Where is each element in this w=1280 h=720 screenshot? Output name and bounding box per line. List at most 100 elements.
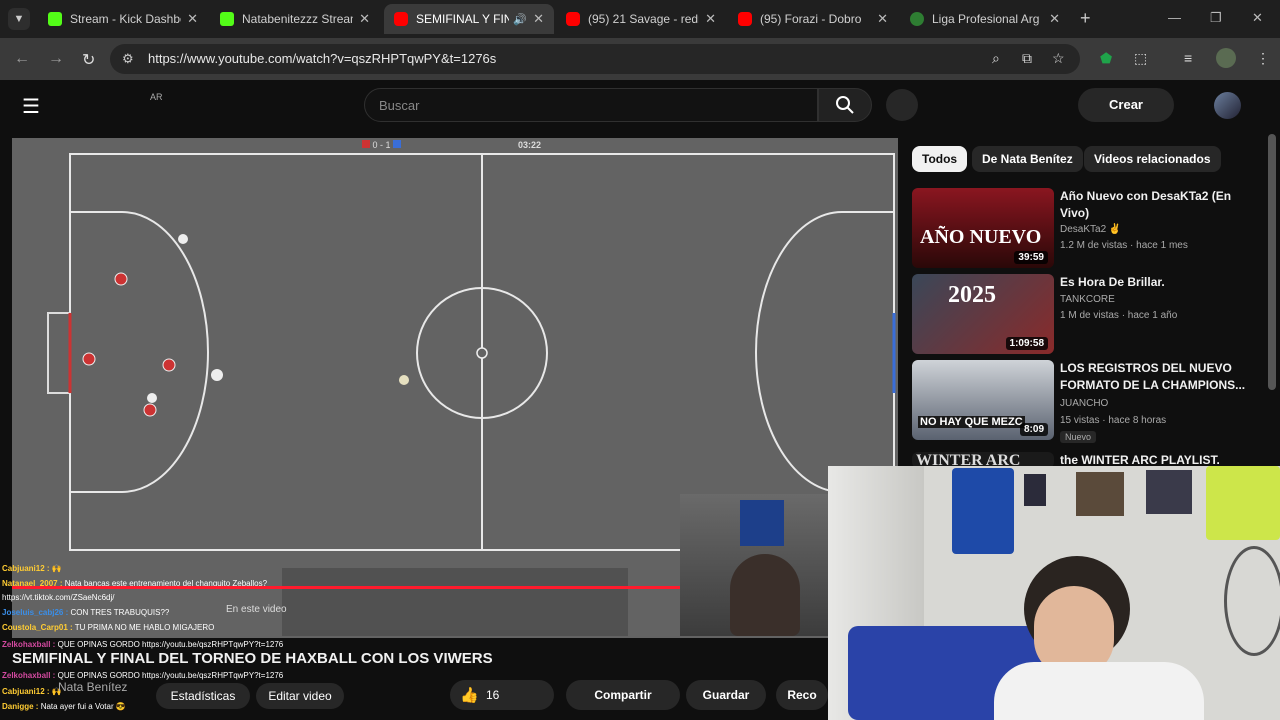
rec-title: Es Hora De Brillar. <box>1060 275 1165 289</box>
kick-icon <box>220 12 234 26</box>
tab-kick-stream[interactable]: Natabenitezzz Stream ✕ <box>210 4 380 34</box>
lpf-icon <box>910 12 924 26</box>
chip-de-nata-benitez[interactable]: De Nata Benítez <box>972 146 1083 172</box>
menu-dots-icon[interactable]: ⋮ <box>1256 50 1270 67</box>
chat-message: Cabjuani12 : 🙌 <box>2 564 62 573</box>
close-window-icon[interactable]: ✕ <box>1252 10 1263 26</box>
thumbnail[interactable]: NO HAY QUE MEZC 8:09 <box>912 360 1054 440</box>
chat-message: Danigge : Nata ayer fui a Votar 😎 <box>2 702 126 711</box>
rec-meta: 1.2 M de vistas · hace 1 mes <box>1060 240 1188 251</box>
sidebar-scrollbar[interactable] <box>1268 134 1276 390</box>
site-info-icon[interactable]: ⚙ <box>122 51 134 67</box>
in-this-video-label[interactable]: En este video <box>226 604 287 615</box>
back-icon[interactable]: ← <box>14 50 30 68</box>
clip-button[interactable]: Reco <box>776 680 828 710</box>
tab-youtube-forazi[interactable]: (95) Forazi - Dobro ✕ <box>728 4 898 34</box>
tab-title: (95) 21 Savage - redr <box>588 12 700 26</box>
duration-badge: 1:09:58 <box>1005 337 1048 350</box>
save-button[interactable]: Guardar <box>686 680 766 710</box>
channel-name[interactable]: Nata Benítez <box>58 680 127 694</box>
close-icon[interactable]: ✕ <box>1049 11 1060 27</box>
recommendation-item[interactable]: 2025 1:09:58 Es Hora De Brillar. TANKCOR… <box>912 274 1268 358</box>
rec-channel: TANKCORE <box>1060 294 1115 305</box>
streamer-pip <box>680 494 830 636</box>
thumbnail-text: AÑO NUEVO <box>920 226 1042 248</box>
streamer-webcam-overlay <box>828 466 1280 720</box>
thumbnail[interactable]: AÑO NUEVO 39:59 <box>912 188 1054 268</box>
speaker-icon[interactable]: 🔊 <box>513 13 527 26</box>
cast-icon[interactable]: ⧉ <box>1022 50 1032 67</box>
close-icon[interactable]: ✕ <box>705 11 716 27</box>
game-chat-overlay <box>282 568 628 636</box>
reload-icon[interactable]: ↻ <box>82 50 95 70</box>
edit-video-button[interactable]: Editar video <box>256 683 344 709</box>
zoom-icon[interactable]: ⌕ <box>992 50 1000 67</box>
jersey-image <box>740 500 784 546</box>
region-code: AR <box>150 92 163 102</box>
extension-shield-icon[interactable]: ⬟ <box>1100 50 1112 67</box>
thumbs-up-icon: 👍 <box>460 687 479 704</box>
bookmark-star-icon[interactable]: ☆ <box>1052 50 1065 67</box>
jersey-image <box>1206 466 1280 540</box>
share-button[interactable]: Compartir <box>566 680 680 710</box>
restore-icon[interactable]: ❐ <box>1210 10 1222 26</box>
new-badge: Nuevo <box>1060 431 1097 443</box>
shirt-image <box>994 662 1204 720</box>
chip-todos[interactable]: Todos <box>912 146 968 172</box>
rec-meta: 15 vistas · hace 8 horas <box>1060 415 1167 426</box>
browser-tab-bar: ▼ Stream - Kick Dashbo ✕ Natabenitezzz S… <box>0 0 1280 38</box>
avatar[interactable] <box>1214 92 1241 119</box>
tab-youtube-savage[interactable]: (95) 21 Savage - redr ✕ <box>556 4 726 34</box>
chat-message: Cabjuani12 : 🙌 <box>2 687 62 696</box>
minimize-icon[interactable]: — <box>1168 10 1181 25</box>
url-text: https://www.youtube.com/watch?v=qszRHPTq… <box>148 51 497 66</box>
tab-title: Liga Profesional Arg <box>932 12 1040 26</box>
recommendation-item[interactable]: NO HAY QUE MEZC 8:09 LOS REGISTROS DEL N… <box>912 360 1268 444</box>
tab-liga-profesional[interactable]: Liga Profesional Arg ✕ <box>900 4 1070 34</box>
close-icon[interactable]: ✕ <box>533 11 544 27</box>
red-team-swatch <box>362 140 370 148</box>
media-control-icon[interactable]: ≡ <box>1184 50 1192 66</box>
progress-bar[interactable] <box>12 586 782 589</box>
chip-videos-relacionados[interactable]: Videos relacionados <box>1084 146 1221 172</box>
tab-kick-dashboard[interactable]: Stream - Kick Dashbo ✕ <box>38 4 208 34</box>
duration-badge: 8:09 <box>1019 423 1048 436</box>
chat-message: Coustola_Carp01 : TU PRIMA NO ME HABLO M… <box>2 623 215 632</box>
address-bar[interactable]: ⚙ https://www.youtube.com/watch?v=qszRHP… <box>110 44 1080 74</box>
youtube-icon <box>738 12 752 26</box>
thumbnail-text: 2025 <box>948 282 996 308</box>
duration-badge: 39:59 <box>1014 251 1048 264</box>
chat-message: Zelkohaxball : QUE OPINAS GORDO https://… <box>2 671 284 680</box>
frame-image <box>1146 470 1192 514</box>
chat-message: Zelkohaxball : QUE OPINAS GORDO https://… <box>2 640 284 649</box>
tab-title: Natabenitezzz Stream <box>242 12 354 26</box>
tab-search-button[interactable]: ▼ <box>8 8 30 30</box>
frame-image <box>1076 472 1124 516</box>
video-title: SEMIFINAL Y FINAL DEL TORNEO DE HAXBALL … <box>12 650 493 667</box>
youtube-icon <box>394 12 408 26</box>
hamburger-menu-icon[interactable]: ☰ <box>22 94 40 119</box>
like-button[interactable]: 👍 16 <box>450 680 554 710</box>
youtube-icon <box>566 12 580 26</box>
tab-title: Stream - Kick Dashbo <box>70 12 182 26</box>
thumbnail[interactable]: 2025 1:09:58 <box>912 274 1054 354</box>
tab-youtube-active[interactable]: SEMIFINAL Y FIN 🔊 ✕ <box>384 4 554 34</box>
close-icon[interactable]: ✕ <box>877 11 888 27</box>
browser-toolbar: ← → ↻ ⚙ https://www.youtube.com/watch?v=… <box>0 38 1280 80</box>
search-button[interactable] <box>818 88 872 122</box>
kick-icon <box>48 12 62 26</box>
close-icon[interactable]: ✕ <box>187 11 198 27</box>
close-icon[interactable]: ✕ <box>359 11 370 27</box>
profile-icon[interactable] <box>1216 48 1236 68</box>
create-button[interactable]: Crear <box>1078 88 1174 122</box>
fan-image <box>1224 546 1280 656</box>
new-tab-button[interactable]: + <box>1080 8 1091 29</box>
extensions-icon[interactable]: ⬚ <box>1134 50 1147 67</box>
voice-search-button[interactable] <box>886 89 918 121</box>
recommendation-item[interactable]: AÑO NUEVO 39:59 Año Nuevo con DesaKTa2 (… <box>912 188 1268 272</box>
stats-button[interactable]: Estadísticas <box>156 683 250 709</box>
person-image <box>730 554 800 636</box>
search-input[interactable]: Buscar <box>364 88 818 122</box>
forward-icon[interactable]: → <box>48 50 64 68</box>
rec-channel: DesaKTa2 ✌ <box>1060 224 1122 235</box>
